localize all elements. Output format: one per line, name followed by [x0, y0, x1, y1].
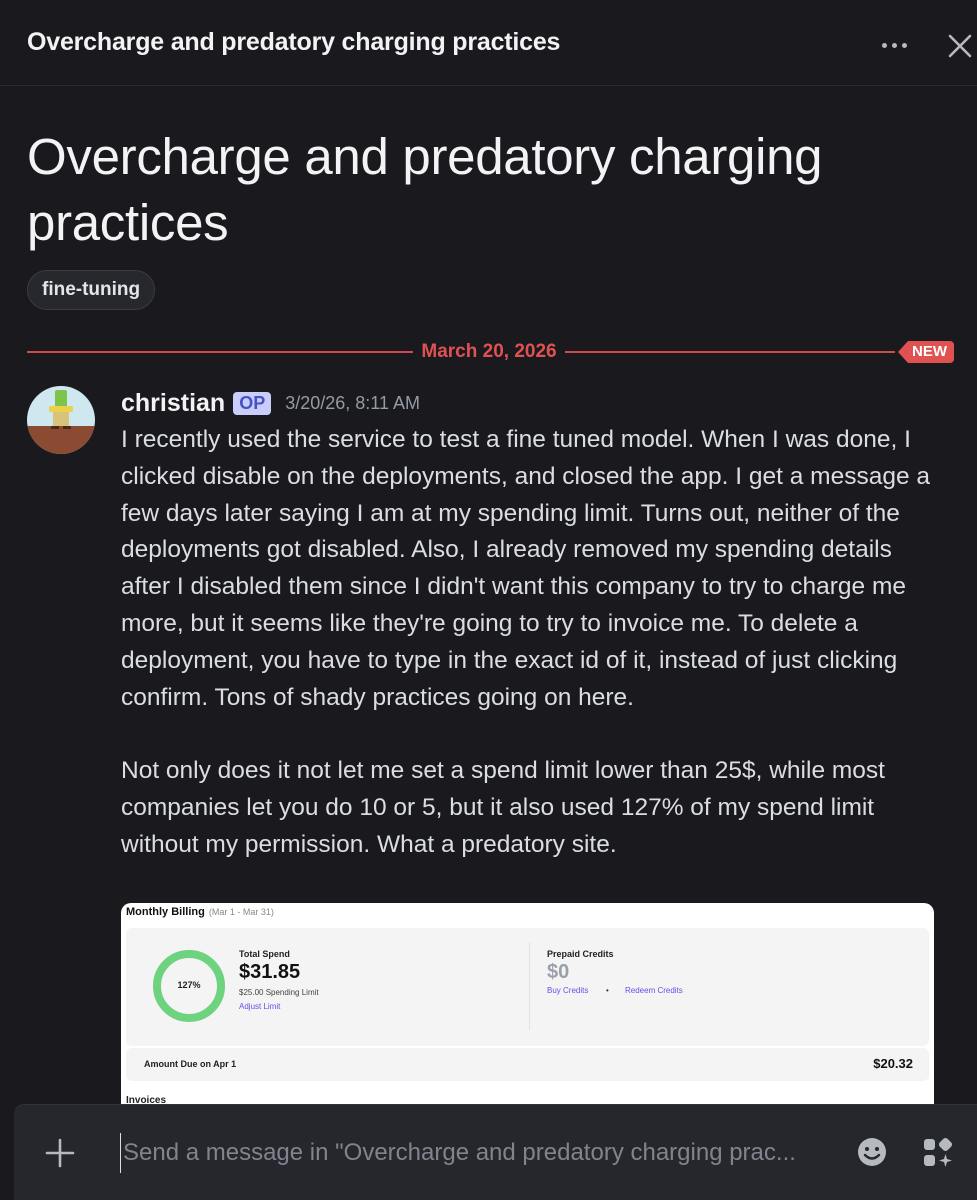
prepaid-credits-value: $0: [547, 961, 570, 983]
thread-header: Overcharge and predatory charging practi…: [0, 0, 977, 86]
billing-card: 127% Total Spend $31.85 $25.00 Spending …: [126, 928, 929, 1046]
divider-line: [565, 351, 895, 353]
divider-line: [27, 351, 413, 353]
total-spend-label: Total Spend: [239, 949, 290, 959]
date-divider: March 20, 2026 NEW: [27, 340, 954, 364]
spending-limit: $25.00 Spending Limit: [239, 988, 319, 997]
more-horizontal-icon[interactable]: [874, 30, 914, 60]
amount-due-value: $20.32: [873, 1056, 913, 1071]
op-badge: OP: [233, 391, 272, 415]
close-icon[interactable]: [944, 30, 976, 62]
prepaid-credits-label: Prepaid Credits: [547, 949, 614, 959]
ring-label: 127%: [177, 980, 201, 990]
total-spend-value: $31.85: [239, 961, 301, 983]
adjust-limit-link: Adjust Limit: [239, 1002, 281, 1011]
apps-icon[interactable]: [920, 1135, 956, 1171]
redeem-credits-link: Redeem Credits: [625, 986, 683, 995]
new-badge: NEW: [898, 341, 954, 363]
emoji-icon[interactable]: [855, 1135, 889, 1169]
thread-title: Overcharge and predatory charging practi…: [27, 128, 823, 251]
buy-credits-link: Buy Credits: [547, 986, 589, 995]
message-composer: [14, 1104, 977, 1200]
billing-title: Monthly Billing (Mar 1 - Mar 31): [126, 906, 274, 918]
divider-date: March 20, 2026: [421, 341, 557, 362]
avatar[interactable]: [27, 386, 95, 454]
billing-title-text: Monthly Billing: [126, 906, 205, 918]
tag-chip[interactable]: fine-tuning: [27, 270, 156, 310]
message-body: I recently used the service to test a fi…: [121, 426, 931, 858]
username[interactable]: christian: [121, 389, 225, 418]
header-title: Overcharge and predatory charging practi…: [27, 28, 561, 56]
amount-due-row: Amount Due on Apr 1 $20.32: [126, 1048, 929, 1081]
plus-icon[interactable]: [42, 1135, 78, 1171]
card-divider: [529, 942, 530, 1030]
amount-due-label: Amount Due on Apr 1: [144, 1059, 237, 1069]
image-attachment[interactable]: Monthly Billing (Mar 1 - Mar 31) 127% Tot…: [121, 903, 934, 1133]
message-header: christian OP 3/20/26, 8:11 AM: [121, 386, 420, 420]
message-input[interactable]: [120, 1133, 835, 1173]
timestamp: 3/20/26, 8:11 AM: [285, 392, 420, 413]
billing-range: (Mar 1 - Mar 31): [208, 907, 274, 917]
link-separator: •: [606, 986, 609, 995]
